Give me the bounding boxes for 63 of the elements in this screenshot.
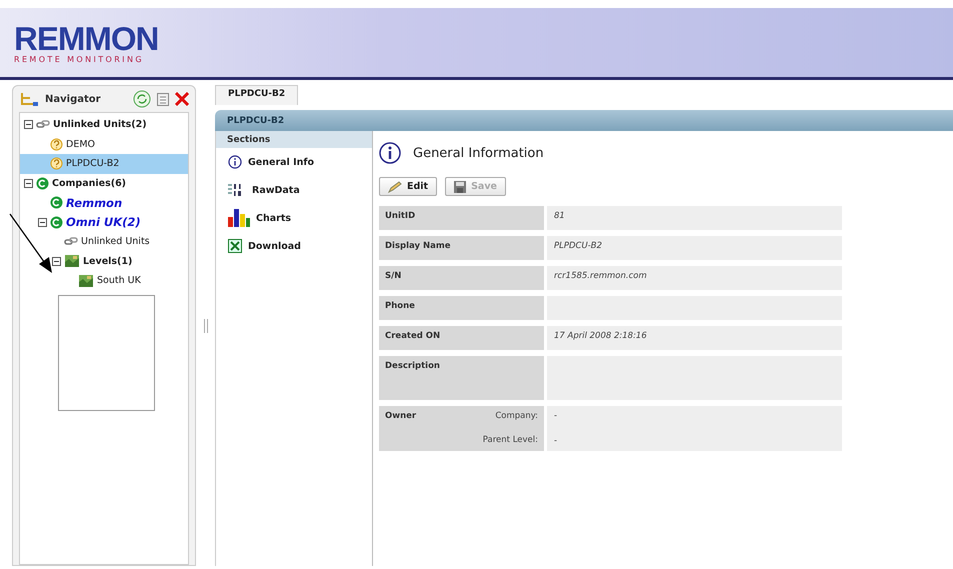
field-label: UnitID xyxy=(385,211,416,221)
info-icon xyxy=(379,142,401,164)
collapse-icon[interactable] xyxy=(24,120,33,130)
chain-icon xyxy=(64,236,78,248)
sections-title: Sections xyxy=(227,134,270,144)
company-icon xyxy=(36,176,49,190)
field-label: S/N xyxy=(385,271,402,281)
section-label: RawData xyxy=(252,184,300,196)
field-value: PLPDCU-B2 xyxy=(554,241,603,251)
close-icon[interactable] xyxy=(175,92,189,106)
question-icon xyxy=(50,138,63,151)
collapse-icon[interactable] xyxy=(24,178,33,188)
tree-item[interactable]: PLPDCU-B2 xyxy=(20,154,188,174)
field-label: Owner xyxy=(385,411,416,421)
section-label: Download xyxy=(248,240,301,252)
tree-item[interactable]: Unlinked Units(2) xyxy=(20,115,188,134)
panel-title: PLPDCU-B2 xyxy=(227,116,284,126)
section-item[interactable]: Charts xyxy=(216,204,372,232)
pencil-icon xyxy=(388,180,402,192)
tree-item[interactable]: DEMO xyxy=(20,134,188,154)
logo-wordmark: REMMON xyxy=(14,22,158,54)
edit-button[interactable]: Edit xyxy=(379,177,438,196)
subfield-value: - xyxy=(554,411,558,421)
clipboard-icon[interactable] xyxy=(157,92,169,106)
field-label: Phone xyxy=(385,301,415,311)
tab[interactable]: PLPDCU-B2 xyxy=(215,85,298,105)
company-icon xyxy=(50,196,63,210)
subfield-label: Company: xyxy=(495,411,538,421)
field-value: rcr1585.remmon.com xyxy=(554,271,648,281)
collapse-icon[interactable] xyxy=(38,218,47,227)
map-icon xyxy=(64,254,80,268)
tree-item[interactable]: Omni UK(2) xyxy=(20,212,188,232)
question-icon xyxy=(50,157,63,170)
field-label: Description xyxy=(385,361,440,371)
field-label: Created ON xyxy=(385,331,440,341)
field-label: Display Name xyxy=(385,241,450,251)
chain-icon xyxy=(36,118,50,131)
bar-chart-icon xyxy=(228,209,250,227)
section-label: Charts xyxy=(256,212,292,224)
navigator-title: Navigator xyxy=(45,94,102,104)
spreadsheet-icon xyxy=(228,239,242,253)
tree-item[interactable]: Remmon xyxy=(20,193,188,212)
section-label: General Info xyxy=(248,156,314,168)
info-icon xyxy=(228,155,242,169)
hierarchy-icon xyxy=(19,92,39,106)
section-item[interactable]: Download xyxy=(216,232,372,260)
map-icon xyxy=(78,274,94,288)
collapse-icon[interactable] xyxy=(52,256,61,266)
refresh-icon[interactable] xyxy=(133,90,151,108)
tree-item[interactable]: Companies(6) xyxy=(20,174,188,193)
section-item[interactable]: RawData xyxy=(216,176,372,204)
section-heading: General Information xyxy=(413,146,544,160)
company-icon xyxy=(50,216,63,229)
tree-item[interactable]: South UK xyxy=(20,271,188,290)
field-value: 81 xyxy=(554,211,566,221)
section-item[interactable]: General Info xyxy=(216,148,372,176)
tree-item[interactable]: Levels(1) xyxy=(20,252,188,271)
subfield-label: Parent Level: xyxy=(482,435,538,445)
field-value: 17 April 2008 2:18:16 xyxy=(554,331,648,341)
tree-item[interactable]: Unlinked Units xyxy=(20,232,188,252)
pointer-arrow xyxy=(8,212,54,274)
logo-tagline: REMOTE MONITORING xyxy=(14,54,145,64)
subfield-value: - xyxy=(554,436,558,446)
